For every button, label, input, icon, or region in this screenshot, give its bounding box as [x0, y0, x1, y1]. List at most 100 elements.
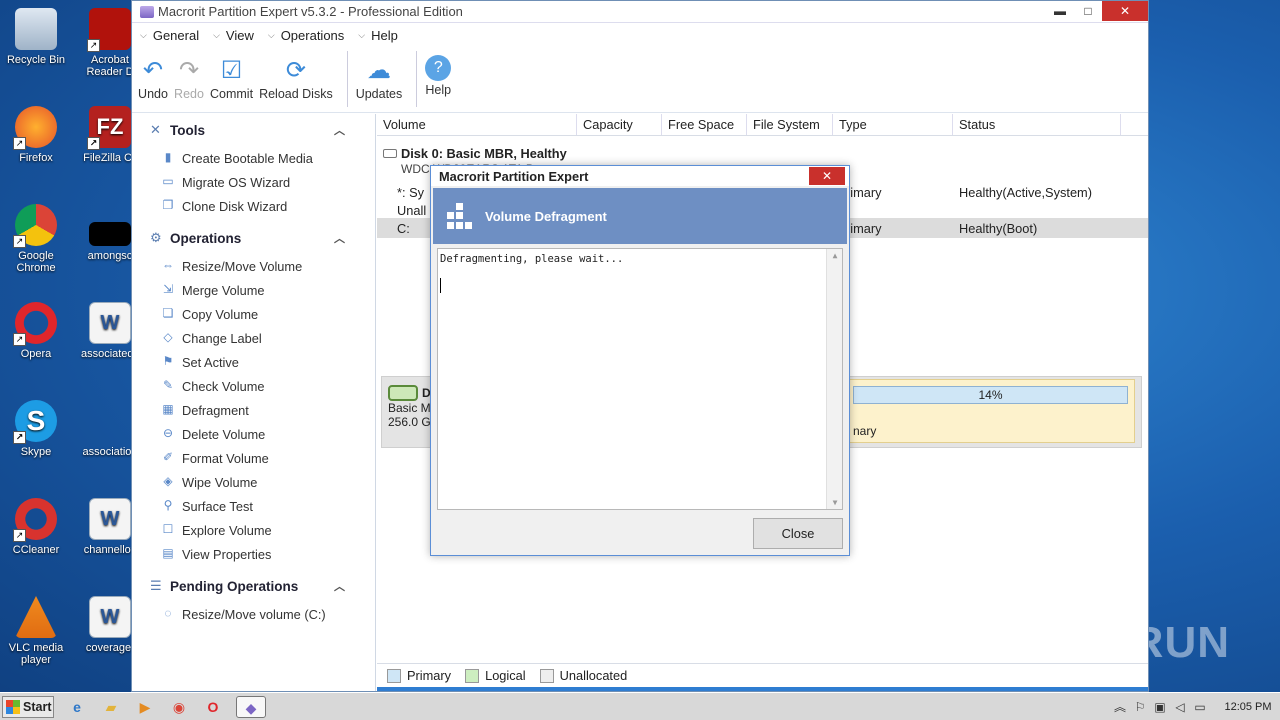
undo-icon: ↶: [142, 56, 164, 84]
col-file-system[interactable]: File System: [747, 114, 833, 135]
windows-flag-icon: [6, 699, 20, 714]
sidebar-item-defragment[interactable]: ▦ Defragment: [132, 398, 375, 422]
ie-icon[interactable]: e: [66, 696, 88, 718]
updates-button[interactable]: ☁ Updates: [356, 47, 403, 102]
sidebar-item-surface-test[interactable]: ⚲ Surface Test: [132, 494, 375, 518]
dialog-banner: Volume Defragment: [433, 188, 847, 244]
explorer-icon[interactable]: ▰: [100, 696, 122, 718]
col-status[interactable]: Status: [953, 114, 1121, 135]
collapse-icon[interactable]: ︿: [334, 122, 345, 138]
display-icon[interactable]: ▭: [1190, 700, 1210, 714]
minimize-button[interactable]: ▬: [1046, 1, 1074, 21]
help-button[interactable]: ? Help: [425, 47, 452, 97]
log-textarea[interactable]: Defragmenting, please wait... ▲ ▼: [437, 248, 843, 510]
status-strip: [377, 687, 1148, 691]
desktop-icon-recycle-bin[interactable]: Recycle Bin: [0, 8, 72, 66]
dialog-title-bar[interactable]: Macrorit Partition Expert: [431, 166, 849, 186]
redo-icon: ↷: [178, 56, 200, 84]
dialog-close-button[interactable]: Close: [753, 518, 843, 549]
menu-help[interactable]: ⌵ Help: [358, 28, 398, 43]
sidebar-item-migrate-os[interactable]: ▭ Migrate OS Wizard: [132, 170, 375, 194]
delete-icon: ⊖: [162, 426, 174, 440]
chrome-taskbar-icon[interactable]: ◉: [168, 696, 190, 718]
file-black-icon: [89, 222, 131, 246]
explore-icon: ☐: [162, 522, 174, 536]
window-title: Macrorit Partition Expert v5.3.2 - Profe…: [158, 4, 463, 19]
redo-button[interactable]: ↷ Redo: [174, 47, 204, 102]
tray-expand-icon[interactable]: ︽: [1110, 698, 1130, 715]
sidebar-item-format-volume[interactable]: ✐ Format Volume: [132, 446, 375, 470]
desktop-icon-chrome[interactable]: ↗ Google Chrome: [0, 204, 72, 274]
filezilla-icon: FZ ↗: [87, 106, 131, 150]
sidebar-item-merge[interactable]: ⇲ Merge Volume: [132, 278, 375, 302]
pending-item[interactable]: ◌ Resize/Move volume (C:): [132, 602, 375, 626]
maximize-button[interactable]: □: [1074, 1, 1102, 21]
legend-swatch: [387, 668, 401, 683]
scrollbar[interactable]: ▲ ▼: [826, 249, 842, 509]
start-button[interactable]: Start: [2, 695, 54, 718]
scroll-down-icon[interactable]: ▼: [827, 498, 843, 507]
sidebar-item-delete-volume[interactable]: ⊖ Delete Volume: [132, 422, 375, 446]
wipe-icon: ◈: [163, 474, 173, 488]
desktop-icon-ccleaner[interactable]: ↗ CCleaner: [0, 498, 72, 556]
commit-button[interactable]: ☑ Commit: [210, 47, 253, 102]
desktop-icon-skype[interactable]: S ↗ Skype: [0, 400, 72, 458]
network-icon[interactable]: ▣: [1150, 700, 1170, 714]
scroll-up-icon[interactable]: ▲: [827, 251, 843, 260]
desktop-icon-vlc[interactable]: VLC media player: [0, 596, 72, 666]
sidebar-item-create-bootable-media[interactable]: ▮ Create Bootable Media: [132, 146, 375, 170]
skype-icon: S ↗: [13, 400, 57, 444]
sidebar-item-set-active[interactable]: ⚑ Set Active: [132, 350, 375, 374]
undo-button[interactable]: ↶ Undo: [138, 47, 168, 102]
flag-icon[interactable]: ⚐: [1130, 700, 1150, 714]
menu-view[interactable]: ⌵ View: [213, 28, 254, 43]
chevron-down-icon: ⌵: [140, 29, 147, 40]
clock[interactable]: 12:05 PM: [1216, 701, 1280, 713]
acrobat-icon: ↗: [87, 8, 131, 52]
sidebar-item-view-properties[interactable]: ▤ View Properties: [132, 542, 375, 566]
flag-icon: ⚑: [162, 354, 174, 368]
legend-primary: Primary: [387, 668, 451, 683]
defragment-dialog: Macrorit Partition Expert ✕ Volume Defra…: [430, 165, 850, 556]
legend-unallocated: Unallocated: [539, 668, 627, 683]
tools-icon: ✕: [150, 122, 161, 137]
menu-general[interactable]: ⌵ General: [140, 28, 199, 43]
collapse-icon[interactable]: ︿: [334, 230, 345, 246]
label-icon: ◇: [163, 330, 173, 344]
opera-taskbar-icon[interactable]: O: [202, 696, 224, 718]
col-capacity[interactable]: Capacity: [577, 114, 662, 135]
dialog-close-x-button[interactable]: ✕: [809, 167, 845, 185]
properties-icon: ▤: [162, 546, 174, 560]
pending-section-header[interactable]: ☰ Pending Operations ︿: [132, 570, 375, 602]
sidebar-item-explore-volume[interactable]: ☐ Explore Volume: [132, 518, 375, 542]
sidebar-item-change-label[interactable]: ◇ Change Label: [132, 326, 375, 350]
tools-section-header[interactable]: ✕ Tools ︿: [132, 114, 375, 146]
col-free-space[interactable]: Free Space: [662, 114, 747, 135]
sidebar-item-copy[interactable]: ❏ Copy Volume: [132, 302, 375, 326]
col-volume[interactable]: Volume: [377, 114, 577, 135]
system-tray: ︽ ⚐ ▣ ◁ ▭ 12:05 PM: [1110, 693, 1280, 720]
sidebar-item-clone-disk[interactable]: ❐ Clone Disk Wizard: [132, 194, 375, 218]
operations-section-header[interactable]: ⚙ Operations ︿: [132, 222, 375, 254]
col-type[interactable]: Type: [833, 114, 953, 135]
sidebar-item-wipe-volume[interactable]: ◈ Wipe Volume: [132, 470, 375, 494]
word-doc-icon: W: [89, 498, 131, 540]
reload-disks-button[interactable]: ⟳ Reload Disks: [259, 47, 333, 102]
updates-icon: ☁: [366, 56, 391, 84]
toolbar: ↶ Undo ↷ Redo ☑ Commit ⟳ Reload Disks ☁ …: [132, 47, 1148, 113]
close-button[interactable]: ✕: [1102, 1, 1148, 21]
chevron-down-icon: ⌵: [358, 29, 366, 40]
volume-icon[interactable]: ◁: [1170, 700, 1190, 714]
desktop-icon-opera[interactable]: ↗ Opera: [0, 302, 72, 360]
format-icon: ✐: [162, 450, 174, 464]
title-bar[interactable]: Macrorit Partition Expert v5.3.2 - Profe…: [132, 1, 1148, 23]
desktop-icon-firefox[interactable]: ↗ Firefox: [0, 106, 72, 164]
wrench-icon: ✎: [162, 378, 174, 392]
partition-c-block[interactable]: 14% nary: [848, 379, 1135, 443]
menu-operations[interactable]: ⌵ Operations: [268, 28, 344, 43]
sidebar-item-resize-move[interactable]: ⇔ Resize/Move Volume: [132, 254, 375, 278]
sidebar-item-check-volume[interactable]: ✎ Check Volume: [132, 374, 375, 398]
media-player-icon[interactable]: ▶: [134, 696, 156, 718]
collapse-icon[interactable]: ︿: [334, 578, 345, 594]
partition-expert-taskbar-icon[interactable]: ◆: [236, 695, 266, 718]
